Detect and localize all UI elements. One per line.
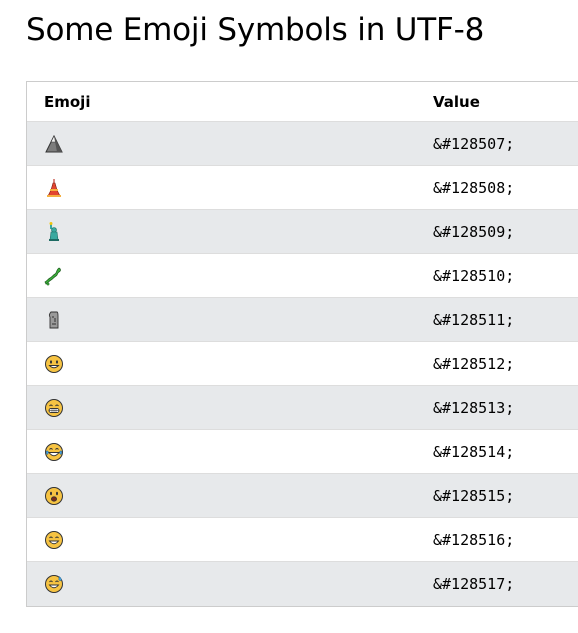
value-cell: &#128515; [433,486,515,505]
value-cell: &#128516; [433,530,515,549]
page-title: Some Emoji Symbols in UTF-8 [26,12,485,48]
page: Some Emoji Symbols in UTF-8 Emoji Value … [0,0,578,633]
value-cell: &#128514; [433,442,515,461]
smiling-face-with-open-mouth-icon [45,486,63,505]
value-cell: &#128509; [433,222,515,241]
value-cell: &#128507; [433,134,515,153]
table-row: &#128517; [27,562,578,606]
table-row: &#128513; [27,386,578,430]
table-row: &#128516; [27,518,578,562]
grinning-face-icon [45,354,63,373]
mount-fuji-icon [45,134,63,152]
value-cell: &#128511; [433,310,515,329]
tokyo-tower-icon [47,178,61,197]
smiling-face-with-open-mouth-and-smiling-eyes-icon [45,530,63,549]
value-cell: &#128510; [433,266,515,285]
grinning-face-with-smiling-eyes-icon [45,398,63,417]
table-row: &#128507; [27,122,578,166]
value-column-header: Value [433,92,480,111]
emoji-table: Emoji Value &#128507; &#128508; &#128509… [26,81,578,607]
table-row: &#128510; [27,254,578,298]
emoji-column-header: Emoji [44,92,91,111]
smiling-face-with-open-mouth-and-cold-sweat-icon [45,575,63,593]
table-row: &#128514; [27,430,578,474]
table-row: &#128512; [27,342,578,386]
face-with-tears-of-joy-icon [45,442,63,461]
value-cell: &#128517; [433,575,515,593]
table-row: &#128515; [27,474,578,518]
moai-icon [48,311,59,328]
statue-of-liberty-icon [49,221,59,241]
table-row: &#128508; [27,166,578,210]
value-cell: &#128508; [433,178,515,197]
value-cell: &#128512; [433,354,515,373]
table-row: &#128509; [27,210,578,254]
value-cell: &#128513; [433,398,515,417]
table-row: &#128511; [27,298,578,342]
table-header-row: Emoji Value [27,82,578,122]
map-of-japan-icon [44,267,61,285]
